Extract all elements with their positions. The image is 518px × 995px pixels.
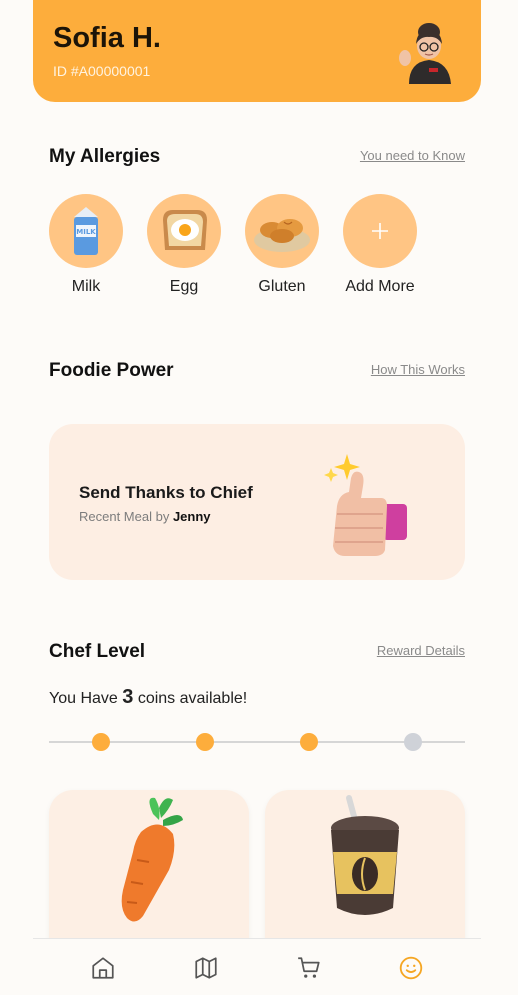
allergy-circle-milk[interactable]: MILK — [49, 194, 123, 268]
allergy-circle-egg[interactable] — [147, 194, 221, 268]
carrot-icon — [121, 797, 183, 922]
recent-meal-prefix: Recent Meal by — [79, 509, 173, 524]
send-thanks-card[interactable]: Send Thanks to Chief Recent Meal by Jenn… — [49, 424, 465, 580]
how-this-works-link[interactable]: How This Works — [371, 362, 465, 377]
coins-prefix: You Have — [49, 690, 123, 707]
nav-cart[interactable] — [296, 955, 322, 981]
thumbs-up-icon — [324, 454, 407, 556]
level-step-1 — [92, 733, 110, 751]
plus-icon — [372, 223, 388, 239]
coins-count: 3 — [122, 686, 134, 708]
home-icon — [92, 957, 114, 979]
chef-name: Jenny — [172, 509, 211, 524]
allergy-item-egg[interactable]: Egg — [147, 194, 221, 296]
profile-header: Sofia H. ID #A00000001 — [33, 0, 481, 102]
user-id: ID #A00000001 — [53, 63, 151, 79]
map-icon — [195, 957, 217, 979]
level-step-3 — [300, 733, 318, 751]
level-step-2 — [196, 733, 214, 751]
coffee-cup-icon — [331, 795, 399, 915]
nav-home[interactable] — [90, 955, 116, 981]
coins-available-text: You Have 3 coins available! — [49, 686, 247, 709]
allergy-label: Add More — [345, 278, 415, 295]
reward-details-link[interactable]: Reward Details — [377, 643, 465, 658]
croissant-bread-icon — [254, 219, 310, 252]
cart-icon — [298, 957, 320, 978]
allergy-item-gluten[interactable]: Gluten — [245, 194, 319, 296]
fried-egg-icon — [163, 210, 207, 250]
recent-meal-text: Recent Meal by Jenny — [79, 509, 211, 524]
svg-text:MILK: MILK — [76, 228, 96, 236]
foodie-power-title: Foodie Power — [49, 360, 174, 381]
nav-profile[interactable] — [398, 955, 424, 981]
milk-carton-icon: MILK — [74, 207, 98, 255]
allergy-label: Egg — [169, 278, 199, 295]
allergies-info-link[interactable]: You need to Know — [360, 148, 465, 163]
level-step-4 — [404, 733, 422, 751]
allergy-label: Milk — [71, 278, 101, 295]
nav-map[interactable] — [193, 955, 219, 981]
add-allergy-circle[interactable] — [343, 194, 417, 268]
allergy-item-milk[interactable]: MILK Milk — [49, 194, 123, 296]
chef-level-title: Chef Level — [49, 641, 146, 662]
allergies-title: My Allergies — [49, 146, 161, 167]
user-name: Sofia H. — [53, 22, 161, 54]
bottom-nav — [33, 938, 481, 995]
allergy-label: Gluten — [258, 278, 306, 295]
level-progress-track — [49, 741, 465, 743]
add-allergy-button[interactable]: Add More — [343, 194, 417, 296]
coins-suffix: coins available! — [133, 690, 248, 707]
allergy-circle-gluten[interactable] — [245, 194, 319, 268]
send-thanks-title: Send Thanks to Chief — [79, 483, 253, 502]
smile-icon — [399, 956, 423, 980]
avatar[interactable] — [395, 18, 459, 84]
